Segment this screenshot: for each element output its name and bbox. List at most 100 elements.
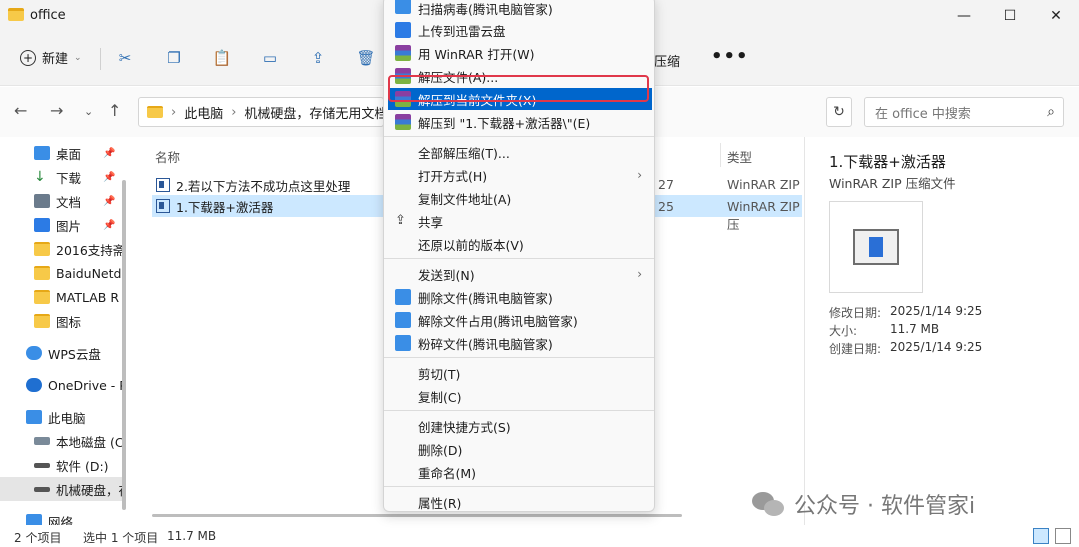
sidebar-item-label: 此电脑 (48, 410, 86, 426)
maximize-button[interactable]: ☐ (987, 0, 1033, 32)
file-row[interactable]: 2.若以下方法不成功点这里处理 (152, 174, 382, 196)
refresh-icon[interactable]: ↻ (826, 97, 852, 127)
copy-icon[interactable]: ❐ (164, 48, 184, 68)
selection-count: 选中 1 个项目 (83, 531, 159, 545)
menu-item-cut[interactable]: 剪切(T) (388, 362, 652, 384)
sidebar-item-desktop[interactable]: 桌面 📌 (0, 141, 122, 165)
chevron-right-icon: › (637, 168, 642, 182)
menu-item-share[interactable]: ⇪ 共享 (388, 210, 652, 232)
menu-item-extract-all[interactable]: 全部解压缩(T)... (388, 141, 652, 163)
sidebar-item-drive-d[interactable]: 软件 (D:) (0, 453, 122, 477)
tiles-view-icon[interactable] (1055, 528, 1071, 544)
menu-item-scan-virus[interactable]: 扫描病毒(腾讯电脑管家) (388, 0, 652, 19)
search-input[interactable]: 在 office 中搜索 ⌕ (864, 97, 1064, 127)
chevron-down-icon: ⌄ (74, 52, 82, 63)
menu-item-tencent-unlock[interactable]: 解除文件占用(腾讯电脑管家) (388, 309, 652, 331)
sidebar-item-downloads[interactable]: ↓ 下载 📌 (0, 165, 122, 189)
menu-item-send-to[interactable]: 发送到(N) › (388, 263, 652, 285)
sidebar-item-onedrive[interactable]: OneDrive - P (0, 373, 122, 397)
more-options-button[interactable]: ••• (711, 46, 749, 67)
folder-icon (34, 242, 50, 256)
breadcrumb-item-this-pc[interactable]: 此电脑 (184, 103, 223, 122)
sidebar-item-folder[interactable]: BaiduNetd (0, 261, 122, 285)
picture-icon (34, 218, 50, 232)
winrar-icon (395, 45, 411, 61)
sidebar-item-label: 文档 (56, 194, 82, 210)
menu-item-tencent-delete[interactable]: 删除文件(腾讯电脑管家) (388, 286, 652, 308)
sidebar-item-drive-mechanical[interactable]: 机械硬盘，存 (0, 477, 122, 501)
menu-item-extract-to-folder[interactable]: 解压到 "1.下载器+激活器\"(E) (388, 111, 652, 133)
download-icon: ↓ (34, 169, 46, 185)
menu-item-open-with[interactable]: 打开方式(H) › (388, 164, 652, 186)
folder-icon (34, 314, 50, 328)
menu-item-delete[interactable]: 删除(D) (388, 438, 652, 460)
up-arrow-icon[interactable]: ↑ (108, 101, 121, 120)
recent-locations-chevron-icon[interactable]: ⌄ (84, 105, 93, 118)
sidebar-item-label: 本地磁盘 (C (56, 434, 122, 450)
menu-item-label: 创建快捷方式(S) (418, 419, 511, 435)
cut-icon[interactable]: ✂ (115, 48, 135, 68)
column-header-name[interactable]: 名称 (155, 147, 180, 166)
network-icon (26, 514, 42, 525)
menu-item-copy-path[interactable]: 复制文件地址(A) (388, 187, 652, 209)
created-value: 2025/1/14 9:25 (890, 340, 983, 354)
menu-item-copy[interactable]: 复制(C) (388, 385, 652, 407)
file-date: 27 (658, 177, 674, 192)
cloud-icon (26, 378, 42, 392)
menu-item-upload-xunlei[interactable]: 上传到迅雷云盘 (388, 19, 652, 41)
rename-icon[interactable]: ▭ (260, 48, 280, 68)
menu-item-tencent-shred[interactable]: 粉碎文件(腾讯电脑管家) (388, 332, 652, 354)
folder-icon (147, 106, 163, 118)
sidebar-item-pictures[interactable]: 图片 📌 (0, 213, 122, 237)
compress-button[interactable]: 压缩 (654, 51, 680, 70)
sidebar-item-label: 下载 (56, 170, 82, 186)
breadcrumb-item-drive[interactable]: 机械硬盘，存储无用文档 (244, 103, 383, 122)
sidebar-item-network[interactable]: 网络 (0, 509, 122, 525)
forward-arrow-icon[interactable]: → (50, 101, 63, 120)
sidebar-item-this-pc[interactable]: 此电脑 (0, 405, 122, 429)
details-view-icon[interactable] (1033, 528, 1049, 544)
sidebar-item-wps-cloud[interactable]: WPS云盘 (0, 341, 122, 365)
menu-item-label: 扫描病毒(腾讯电脑管家) (418, 1, 553, 17)
close-button[interactable]: ✕ (1033, 0, 1079, 32)
sidebar-item-label: 桌面 (56, 146, 82, 162)
new-button[interactable]: + 新建 ⌄ (20, 48, 82, 67)
column-header-type[interactable]: 类型 (727, 147, 752, 166)
cloud-icon (26, 346, 42, 360)
drive-icon (34, 486, 50, 492)
sidebar-scrollbar[interactable] (122, 180, 126, 510)
item-count: 2 个项目 (14, 531, 62, 545)
menu-item-restore-versions[interactable]: 还原以前的版本(V) (388, 233, 652, 255)
menu-item-rename[interactable]: 重命名(M) (388, 461, 652, 483)
sidebar-item-folder[interactable]: 图标 (0, 309, 122, 333)
winrar-icon (395, 114, 411, 130)
sidebar-item-documents[interactable]: 文档 📌 (0, 189, 122, 213)
menu-item-properties[interactable]: 属性(R) (388, 491, 652, 511)
back-arrow-icon[interactable]: ← (14, 101, 27, 120)
address-bar[interactable]: › 此电脑 › 机械硬盘，存储无用文档 (138, 97, 384, 127)
menu-separator (384, 410, 654, 411)
menu-item-label: 共享 (418, 214, 444, 230)
menu-item-create-shortcut[interactable]: 创建快捷方式(S) (388, 415, 652, 437)
sidebar-item-drive-c[interactable]: 本地磁盘 (C (0, 429, 122, 453)
watermark: 公众号 · 软件管家i (752, 488, 975, 520)
sidebar-item-label: 图片 (56, 218, 82, 234)
minimize-button[interactable]: — (941, 0, 987, 32)
paste-icon[interactable]: 📋 (212, 48, 232, 68)
horizontal-scrollbar[interactable] (152, 514, 682, 517)
share-icon[interactable]: ⇪ (308, 48, 328, 68)
sidebar-item-label: 软件 (D:) (56, 458, 109, 474)
sidebar-item-folder[interactable]: MATLAB R (0, 285, 122, 309)
selection-size: 11.7 MB (167, 529, 217, 543)
zip-file-icon (156, 178, 170, 192)
menu-item-label: 粉碎文件(腾讯电脑管家) (418, 336, 553, 352)
menu-item-open-winrar[interactable]: 用 WinRAR 打开(W) (388, 42, 652, 64)
menu-separator (384, 357, 654, 358)
tencent-unlock-icon (395, 312, 411, 328)
menu-item-label: 解除文件占用(腾讯电脑管家) (418, 313, 578, 329)
watermark-text: 公众号 · 软件管家i (794, 494, 976, 519)
sidebar-item-folder[interactable]: 2016支持斋 (0, 237, 122, 261)
menu-item-label: 重命名(M) (418, 465, 477, 481)
delete-icon[interactable]: 🗑 (356, 48, 376, 68)
sidebar-item-label: BaiduNetd (56, 265, 122, 281)
